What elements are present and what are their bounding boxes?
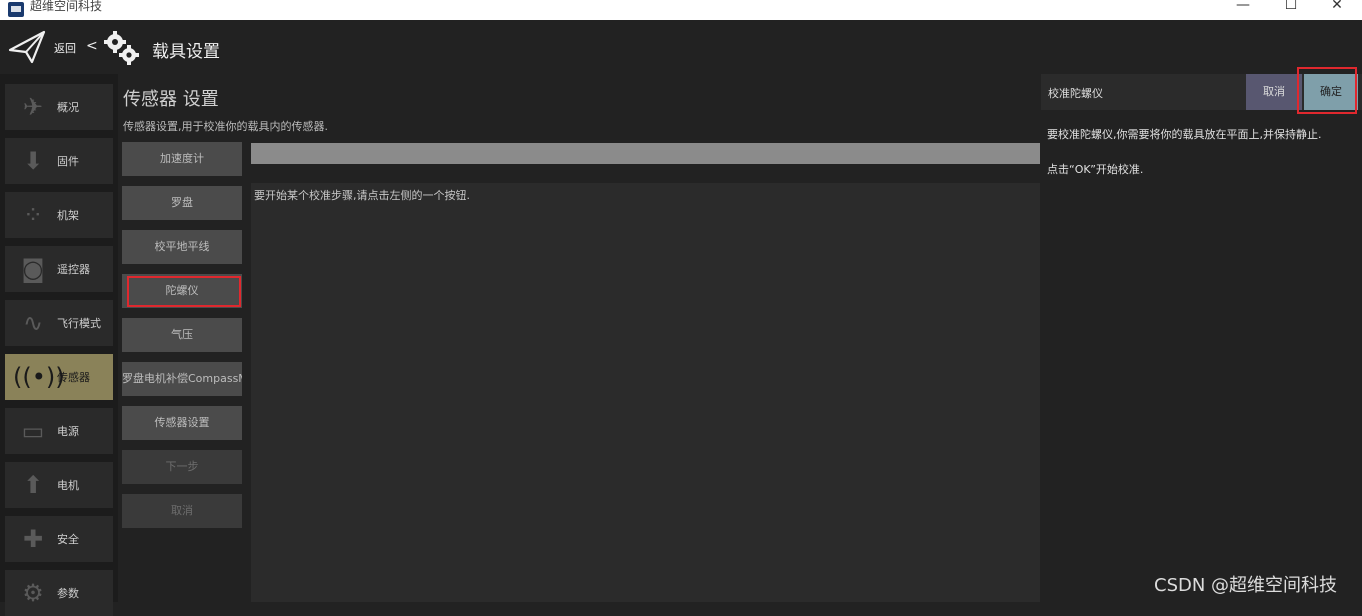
sidebar-item-safety[interactable]: ✚ 安全: [5, 516, 113, 562]
sidebar-item-flight-modes[interactable]: ∿ 飞行模式: [5, 300, 113, 346]
sidebar-item-label: 机架: [57, 209, 79, 222]
sidebar-item-summary[interactable]: ✈ 概况: [5, 84, 113, 130]
sensor-icon: ((•)): [13, 363, 65, 391]
sidebar-item-label: 参数: [57, 587, 79, 600]
sidebar-item-label: 安全: [57, 533, 79, 546]
frame-icon: ⁘: [22, 201, 44, 229]
safety-icon: ✚: [22, 525, 44, 553]
sidebar-item-power[interactable]: ▭ 电源: [5, 408, 113, 454]
accelerometer-button[interactable]: 加速度计: [122, 142, 242, 176]
back-chevron-icon[interactable]: <: [86, 38, 98, 54]
sidebar-item-label: 遥控器: [57, 263, 90, 276]
app-header: 返回 < 载具设置: [0, 20, 1362, 74]
sidebar-item-label: 概况: [57, 101, 79, 114]
maximize-button[interactable]: ☐: [1268, 0, 1314, 20]
app-logo-icon: [8, 2, 24, 17]
page-title: 载具设置: [152, 42, 220, 62]
section-description: 传感器设置,用于校准你的载具内的传感器.: [123, 120, 328, 133]
sidebar-item-label: 固件: [57, 155, 79, 168]
back-link[interactable]: 返回: [54, 40, 76, 56]
wave-icon: ∿: [22, 309, 44, 337]
sidebar-item-radio[interactable]: ◙ 遥控器: [5, 246, 113, 292]
gyroscope-button[interactable]: 陀螺仪: [122, 274, 242, 308]
sidebar-item-motors[interactable]: ⬆ 电机: [5, 462, 113, 508]
window-titlebar: 超维空间科技 — ☐ ✕: [0, 0, 1362, 20]
sidebar-item-firmware[interactable]: ⬇ 固件: [5, 138, 113, 184]
calibration-start-hint: 点击“OK”开始校准.: [1047, 163, 1144, 176]
gears-icon: [104, 31, 139, 65]
calibration-status-area: 要开始某个校准步骤,请点击左侧的一个按钮.: [251, 183, 1040, 602]
watermark: CSDN @超维空间科技: [1154, 575, 1338, 596]
sidebar-item-sensors[interactable]: ((•)) 传感器: [5, 354, 113, 400]
vehicle-setup-sidebar: ✈ 概况 ⬇ 固件 ⁘ 机架 ◙ 遥控器 ∿ 飞行模式 ((•)) 传感器 ▭ …: [0, 74, 118, 616]
close-button[interactable]: ✕: [1314, 0, 1360, 20]
sidebar-item-frame[interactable]: ⁘ 机架: [5, 192, 113, 238]
dialog-cancel-button[interactable]: 取消: [1246, 74, 1302, 110]
cancel-calibration-button[interactable]: 取消: [122, 494, 242, 528]
ok-highlight-box: [1297, 67, 1357, 114]
compassmot-button[interactable]: 罗盘电机补偿CompassMot: [122, 362, 242, 396]
sidebar-item-label: 电机: [57, 479, 79, 492]
paper-plane-icon[interactable]: [8, 28, 46, 66]
window-title: 超维空间科技: [30, 0, 103, 13]
minimize-button[interactable]: —: [1220, 0, 1266, 20]
calibration-progress-bar: [251, 143, 1040, 164]
barometer-button[interactable]: 气压: [122, 318, 242, 352]
next-step-button[interactable]: 下一步: [122, 450, 242, 484]
params-icon: ⚙: [22, 579, 44, 607]
battery-icon: ▭: [21, 417, 45, 445]
calibration-hint-line: 要校准陀螺仪,你需要将你的载具放在平面上,并保持静止.: [1047, 128, 1322, 141]
calibration-instruction: 要开始某个校准步骤,请点击左侧的一个按钮.: [254, 189, 470, 202]
sidebar-item-label: 传感器: [57, 371, 90, 384]
level-horizon-button[interactable]: 校平地平线: [122, 230, 242, 264]
download-icon: ⬇: [22, 147, 44, 175]
sidebar-item-label: 飞行模式: [57, 317, 101, 330]
section-title: 传感器 设置: [123, 89, 219, 110]
remote-icon: ◙: [21, 255, 45, 283]
compass-button[interactable]: 罗盘: [122, 186, 242, 220]
sensor-settings-button[interactable]: 传感器设置: [122, 406, 242, 440]
plane-icon: ✈: [22, 93, 44, 121]
sidebar-item-parameters[interactable]: ⚙ 参数: [5, 570, 113, 616]
calibration-dialog-title: 校准陀螺仪: [1048, 87, 1103, 100]
motor-icon: ⬆: [22, 471, 44, 499]
sidebar-item-label: 电源: [57, 425, 79, 438]
